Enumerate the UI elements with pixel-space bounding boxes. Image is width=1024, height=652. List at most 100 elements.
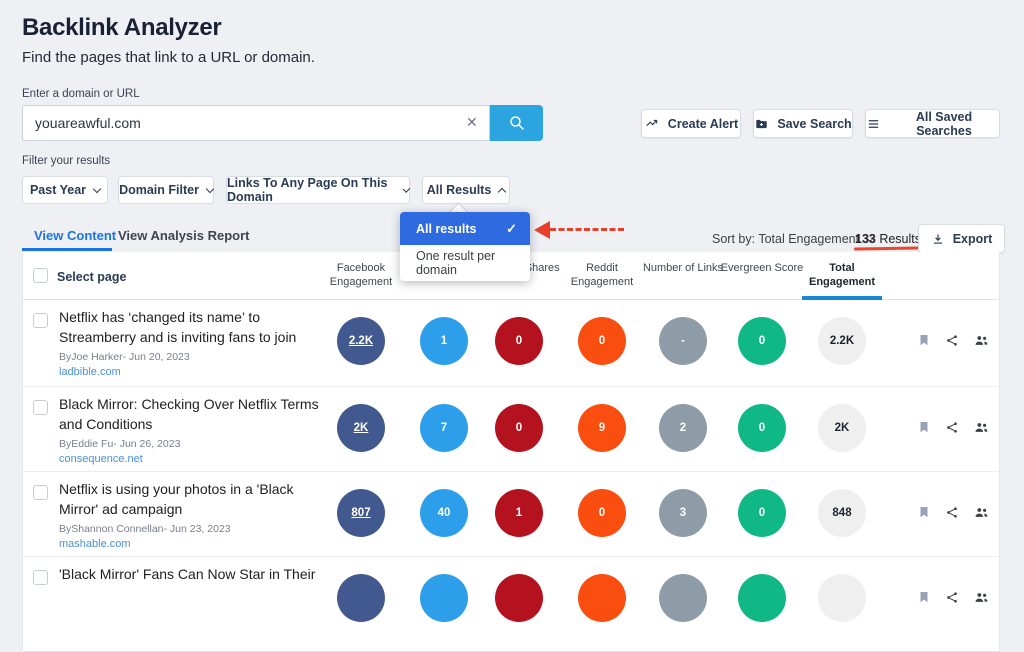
page-subtitle: Find the pages that link to a URL or dom… bbox=[22, 49, 315, 66]
metric-facebook-engagement[interactable] bbox=[337, 574, 385, 622]
table-row: Netflix has ‘changed its name’ to Stream… bbox=[23, 300, 999, 386]
article-domain-link[interactable]: ladbible.com bbox=[59, 366, 121, 378]
filter-chip-all-results[interactable]: All Results bbox=[422, 176, 510, 204]
row-actions bbox=[917, 419, 990, 435]
active-tab-underline bbox=[22, 248, 112, 251]
filter-chip-domain-filter[interactable]: Domain Filter bbox=[118, 176, 214, 204]
users-icon[interactable] bbox=[973, 590, 990, 605]
bookmark-icon[interactable] bbox=[917, 419, 931, 435]
column-header-total-engagement[interactable]: Total Engagement bbox=[797, 261, 887, 289]
dropdown-option-one-per-domain[interactable]: One result per domain bbox=[400, 245, 530, 281]
dropdown-option-all-results[interactable]: All results ✓ bbox=[400, 212, 530, 245]
metric-twitter-shares: 1 bbox=[420, 317, 468, 365]
save-search-button[interactable]: Save Search bbox=[753, 109, 853, 138]
metric-twitter-shares: 40 bbox=[420, 489, 468, 537]
filters-label: Filter your results bbox=[22, 155, 110, 167]
article-byline: ByJoe Harker- Jun 20, 2023 bbox=[59, 351, 190, 363]
metric-number-of-links: 3 bbox=[659, 489, 707, 537]
metric-total-engagement bbox=[818, 574, 866, 622]
bookmark-icon[interactable] bbox=[917, 504, 931, 520]
list-icon bbox=[866, 117, 881, 131]
row-checkbox[interactable] bbox=[33, 485, 48, 500]
dropdown-option-label: All results bbox=[416, 222, 476, 236]
row-checkbox[interactable] bbox=[33, 313, 48, 328]
column-header-facebook-engagement[interactable]: Facebook Engagement bbox=[316, 261, 406, 289]
metric-number-of-links bbox=[659, 574, 707, 622]
metric-number-of-links: 2 bbox=[659, 404, 707, 452]
article-title[interactable]: Black Mirror: Checking Over Netflix Term… bbox=[59, 394, 333, 434]
row-actions bbox=[917, 332, 990, 348]
share-icon[interactable] bbox=[945, 333, 959, 348]
row-checkbox[interactable] bbox=[33, 570, 48, 585]
annotation-arrow-head bbox=[534, 221, 550, 239]
row-actions bbox=[917, 504, 990, 520]
row-checkbox[interactable] bbox=[33, 400, 48, 415]
table-row: Netflix is using your photos in a 'Black… bbox=[23, 471, 999, 557]
share-icon[interactable] bbox=[945, 420, 959, 435]
metric-reddit-engagement bbox=[578, 574, 626, 622]
clear-input-icon[interactable]: ✕ bbox=[466, 114, 478, 131]
filter-chip-links-scope[interactable]: Links To Any Page On This Domain bbox=[226, 176, 410, 204]
sort-by-label: Sort by: Total Engagement bbox=[712, 232, 859, 246]
column-header-evergreen-score[interactable]: Evergreen Score bbox=[717, 261, 807, 275]
article-domain-link[interactable]: consequence.net bbox=[59, 453, 143, 465]
share-icon[interactable] bbox=[945, 505, 959, 520]
article-title[interactable]: Netflix is using your photos in a 'Black… bbox=[59, 479, 333, 519]
select-page-checkbox[interactable] bbox=[33, 268, 48, 283]
create-alert-label: Create Alert bbox=[668, 117, 738, 131]
chevron-down-icon bbox=[206, 184, 214, 192]
results-count-word: Results bbox=[876, 232, 921, 246]
filter-chip-label: Links To Any Page On This Domain bbox=[227, 176, 396, 204]
metric-pinterest-shares: 0 bbox=[495, 404, 543, 452]
results-count-annotation-underline bbox=[854, 246, 920, 250]
users-icon[interactable] bbox=[973, 420, 990, 435]
article-domain-link[interactable]: mashable.com bbox=[59, 538, 131, 550]
results-count-number: 133 bbox=[855, 232, 876, 246]
filter-chip-label: Domain Filter bbox=[119, 183, 199, 197]
page-title: Backlink Analyzer bbox=[22, 14, 221, 42]
annotation-arrow-tail bbox=[550, 228, 624, 231]
folder-plus-icon bbox=[754, 117, 769, 131]
download-icon bbox=[931, 232, 945, 246]
chevron-down-icon bbox=[93, 184, 101, 192]
sort-by-dropdown[interactable]: Sort by: Total Engagement bbox=[712, 232, 873, 246]
metric-evergreen-score: 0 bbox=[738, 489, 786, 537]
search-input[interactable] bbox=[22, 105, 490, 141]
article-title[interactable]: 'Black Mirror' Fans Can Now Star in Thei… bbox=[59, 564, 333, 584]
create-alert-button[interactable]: Create Alert bbox=[641, 109, 741, 138]
users-icon[interactable] bbox=[973, 333, 990, 348]
users-icon[interactable] bbox=[973, 505, 990, 520]
metric-facebook-engagement[interactable]: 2K bbox=[337, 404, 385, 452]
metric-pinterest-shares: 0 bbox=[495, 317, 543, 365]
share-icon[interactable] bbox=[945, 590, 959, 605]
search-icon bbox=[508, 114, 526, 132]
metric-twitter-shares: 7 bbox=[420, 404, 468, 452]
column-header-number-of-links[interactable]: Number of Links bbox=[638, 261, 728, 275]
metric-total-engagement: 848 bbox=[818, 489, 866, 537]
filter-chip-past-year[interactable]: Past Year bbox=[22, 176, 108, 204]
metric-total-engagement: 2.2K bbox=[818, 317, 866, 365]
bookmark-icon[interactable] bbox=[917, 589, 931, 605]
article-byline: ByEddie Fu- Jun 26, 2023 bbox=[59, 438, 180, 450]
bookmark-icon[interactable] bbox=[917, 332, 931, 348]
tab-view-analysis-report[interactable]: View Analysis Report bbox=[118, 228, 250, 243]
column-header-reddit-engagement[interactable]: Reddit Engagement bbox=[557, 261, 647, 289]
export-button[interactable]: Export bbox=[918, 224, 1005, 253]
check-icon: ✓ bbox=[506, 221, 517, 237]
article-byline: ByShannon Connellan- Jun 23, 2023 bbox=[59, 523, 231, 535]
metric-total-engagement: 2K bbox=[818, 404, 866, 452]
metric-pinterest-shares: 1 bbox=[495, 489, 543, 537]
row-actions bbox=[917, 589, 990, 605]
metric-pinterest-shares bbox=[495, 574, 543, 622]
metric-facebook-engagement[interactable]: 807 bbox=[337, 489, 385, 537]
article-title[interactable]: Netflix has ‘changed its name’ to Stream… bbox=[59, 307, 333, 347]
tab-view-content[interactable]: View Content bbox=[34, 228, 116, 243]
filter-chip-label: Past Year bbox=[30, 183, 86, 197]
all-saved-searches-button[interactable]: All Saved Searches bbox=[865, 109, 1000, 138]
export-label: Export bbox=[953, 232, 993, 246]
metric-facebook-engagement[interactable]: 2.2K bbox=[337, 317, 385, 365]
search-button[interactable] bbox=[490, 105, 543, 141]
trend-arrow-icon bbox=[644, 117, 660, 131]
all-results-dropdown-menu: All results ✓ One result per domain bbox=[400, 212, 530, 281]
metric-evergreen-score bbox=[738, 574, 786, 622]
